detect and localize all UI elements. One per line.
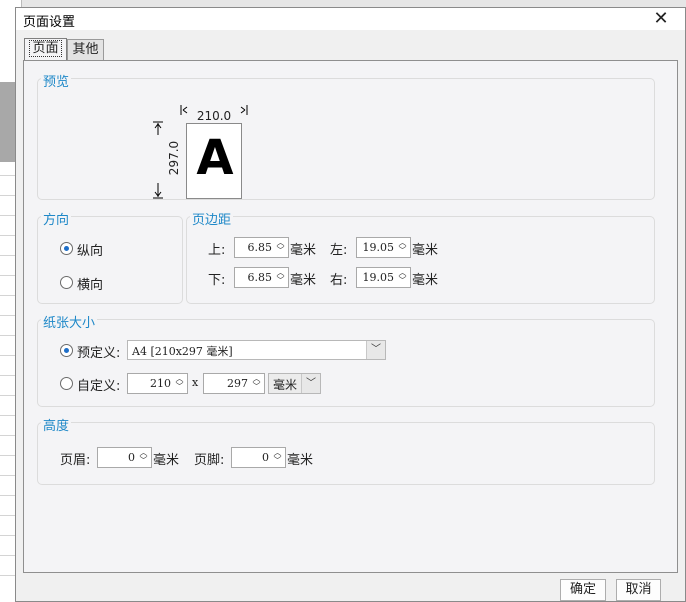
margin-bottom-value: 6.85	[247, 271, 273, 284]
custom-height-stepper[interactable]: ︿ ﹀	[250, 375, 263, 392]
landscape-label[interactable]: 横向	[77, 274, 103, 293]
margins-group-title: 页边距	[190, 209, 234, 228]
margin-right-value: 19.05	[362, 271, 395, 284]
footer-height-stepper[interactable]: ︿ ﹀	[271, 449, 284, 466]
custom-width-input[interactable]: 210 ︿ ﹀	[127, 373, 188, 394]
unit-select-value: 毫米	[273, 378, 298, 392]
paper-preview-letter: A	[196, 130, 234, 186]
margin-top-input[interactable]: 6.85 ︿ ﹀	[234, 237, 289, 258]
paper-preview: A	[186, 123, 242, 199]
height-group-title: 高度	[41, 415, 72, 434]
orientation-group-title: 方向	[41, 209, 72, 228]
margin-right-stepper[interactable]: ︿ ﹀	[396, 269, 409, 286]
margin-bottom-stepper[interactable]: ︿ ﹀	[274, 269, 287, 286]
margin-right-unit: 毫米	[412, 273, 439, 288]
times-symbol: x	[192, 376, 199, 389]
margin-left-label: 左:	[330, 243, 348, 258]
predefined-label[interactable]: 预定义:	[77, 342, 120, 361]
preview-group: 预览 210.0 297.0 A	[37, 71, 655, 200]
footer-height-value: 0	[262, 451, 269, 464]
page-setup-dialog: 页面设置 ✕ 页面 其他 预览 210.0 297.0 A 方向 纵向 横向 页…	[15, 7, 686, 602]
header-height-value: 0	[128, 451, 135, 464]
margin-left-value: 19.05	[362, 241, 395, 254]
preview-height-label: 297.0	[167, 140, 181, 176]
portrait-radio[interactable]	[60, 242, 73, 255]
predefined-radio[interactable]	[60, 344, 73, 357]
height-group: 高度 页眉: 0 ︿ ﹀ 毫米 页脚: 0 ︿ ﹀ 毫米	[37, 415, 655, 485]
margin-top-label: 上:	[208, 243, 226, 258]
custom-radio[interactable]	[60, 377, 73, 390]
unit-chevron-down-icon[interactable]: ﹀	[301, 374, 320, 393]
preview-width-label: 210.0	[196, 109, 232, 123]
footer-label: 页脚:	[194, 453, 225, 468]
margins-group: 页边距 上: 6.85 ︿ ﹀ 毫米 左: 19.05 ︿ ﹀ 毫米 下: 6.85…	[186, 209, 655, 304]
tab-page-label: 页面	[29, 40, 62, 57]
footer-height-input[interactable]: 0 ︿ ﹀	[231, 447, 286, 468]
portrait-label[interactable]: 纵向	[77, 240, 103, 259]
preview-group-title: 预览	[41, 71, 72, 90]
margin-bottom-label: 下:	[208, 273, 226, 288]
predefined-paper-select[interactable]: A4 [210x297 毫米] ﹀	[127, 340, 386, 360]
header-label: 页眉:	[60, 453, 91, 468]
tab-page[interactable]: 页面	[24, 38, 67, 61]
close-icon[interactable]: ✕	[650, 8, 672, 30]
cancel-button[interactable]: 取消	[616, 579, 661, 601]
margin-bottom-input[interactable]: 6.85 ︿ ﹀	[234, 267, 289, 288]
orientation-group: 方向 纵向 横向	[37, 209, 183, 304]
chevron-down-icon[interactable]: ﹀	[366, 341, 385, 359]
footer-unit: 毫米	[287, 453, 314, 468]
margin-top-stepper[interactable]: ︿ ﹀	[274, 239, 287, 256]
dialog-title: 页面设置	[23, 15, 76, 30]
custom-height-value: 297	[227, 377, 248, 390]
custom-label[interactable]: 自定义:	[77, 375, 120, 394]
unit-select[interactable]: 毫米 ﹀	[268, 373, 321, 394]
paper-size-group: 纸张大小 预定义: A4 [210x297 毫米] ﹀ 自定义: 210 ︿ ﹀ …	[37, 312, 655, 407]
paper-size-group-title: 纸张大小	[41, 312, 98, 331]
custom-width-value: 210	[150, 377, 171, 390]
title-bar: 页面设置 ✕	[16, 8, 685, 30]
tab-panel-page: 预览 210.0 297.0 A 方向 纵向 横向 页边距 上: 6.85 ︿ …	[23, 60, 678, 573]
margin-top-unit: 毫米	[290, 243, 317, 258]
custom-height-input[interactable]: 297 ︿ ﹀	[203, 373, 265, 394]
ok-button[interactable]: 确定	[560, 579, 606, 601]
margin-bottom-unit: 毫米	[290, 273, 317, 288]
landscape-radio[interactable]	[60, 276, 73, 289]
tab-other[interactable]: 其他	[67, 39, 104, 60]
header-height-stepper[interactable]: ︿ ﹀	[137, 449, 150, 466]
margin-right-input[interactable]: 19.05 ︿ ﹀	[356, 267, 411, 288]
margin-left-unit: 毫米	[412, 243, 439, 258]
predefined-paper-value: A4 [210x297 毫米]	[132, 345, 233, 358]
margin-right-label: 右:	[330, 273, 348, 288]
height-dimension-arrows	[153, 121, 163, 199]
margin-left-stepper[interactable]: ︿ ﹀	[396, 239, 409, 256]
margin-top-value: 6.85	[247, 241, 273, 254]
custom-width-stepper[interactable]: ︿ ﹀	[173, 375, 186, 392]
header-unit: 毫米	[153, 453, 180, 468]
header-height-input[interactable]: 0 ︿ ﹀	[97, 447, 152, 468]
margin-left-input[interactable]: 19.05 ︿ ﹀	[356, 237, 411, 258]
